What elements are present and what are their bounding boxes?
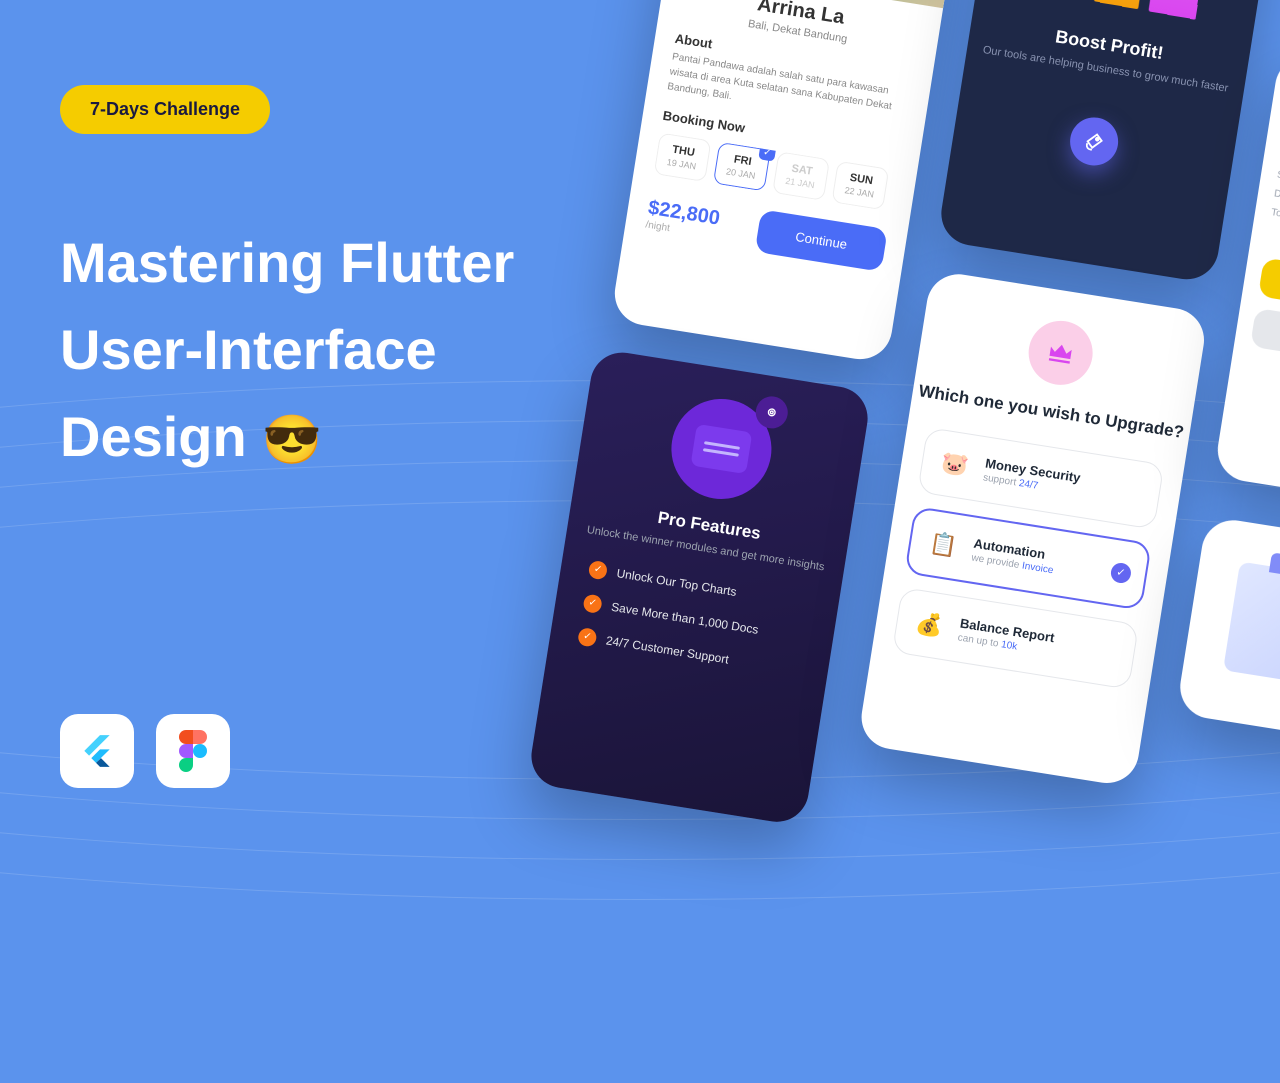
rocket-fab-button[interactable] <box>1067 114 1122 169</box>
info-row: Total <box>1270 207 1280 244</box>
upgrade-phone-mockup: Which one you wish to Upgrade? 🐷 Money S… <box>857 270 1209 788</box>
day-option-selected[interactable]: FRI 20 JAN <box>713 142 771 192</box>
check-icon: ✓ <box>1110 561 1133 584</box>
check-icon: ✓ <box>582 593 603 614</box>
save-button[interactable]: Save <box>1250 308 1280 373</box>
flutter-logo-icon <box>60 714 134 788</box>
continue-button[interactable]: Continue <box>755 209 888 272</box>
figma-logo-icon <box>156 714 230 788</box>
balance-icon: 💰 <box>909 604 950 645</box>
day-option-disabled: SAT 21 JAN <box>772 151 830 201</box>
headline-line-3: Design <box>60 405 247 468</box>
gear-badge-icon <box>753 394 790 431</box>
pro-feature-icon <box>664 392 778 506</box>
headline-line-1: Mastering Flutter <box>60 220 514 307</box>
feature-text: Save More than 1,000 Docs <box>610 599 759 636</box>
piggy-bank-icon: 🐷 <box>934 444 975 485</box>
day-option[interactable]: SUN 22 JAN <box>831 161 889 211</box>
feature-text: 24/7 Customer Support <box>605 633 730 666</box>
shopping-bag-phone-mockup <box>1176 516 1280 745</box>
shopping-bag-icon <box>1223 561 1280 688</box>
check-icon: ✓ <box>588 559 609 580</box>
crown-icon <box>1024 316 1097 389</box>
day-option[interactable]: THU 19 JAN <box>654 132 712 182</box>
headline-line-2: User-Interface <box>60 307 514 394</box>
invoice-icon: 📋 <box>923 524 964 565</box>
sunglasses-emoji-icon: 😎 <box>262 414 322 467</box>
challenge-badge: 7-Days Challenge <box>60 85 270 134</box>
upgrade-options-list: 🐷 Money Security support 24/7 📋 Automati… <box>872 402 1188 693</box>
feature-text: Unlock Our Top Charts <box>616 566 738 599</box>
logo-row <box>60 714 230 788</box>
headline: Mastering Flutter User-Interface Design … <box>60 220 514 480</box>
booking-phone-mockup: Arrina La Bali, Dekat Bandung About Pant… <box>610 0 965 364</box>
boost-phone-mockup: $ ↑ Boost Profit! Our tools are helping … <box>937 0 1280 284</box>
check-icon: ✓ <box>577 627 598 648</box>
